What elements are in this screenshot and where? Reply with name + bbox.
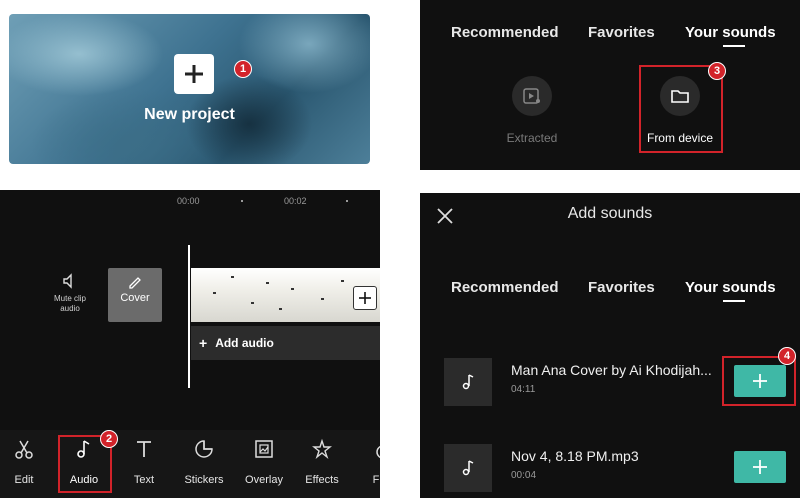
clip-thumbnail-detail [213, 292, 216, 294]
extracted-label: Extracted [506, 131, 558, 145]
filters-icon [376, 445, 380, 459]
clip-thumbnail-detail [279, 308, 282, 310]
toolbar-edit-label: Edit [14, 474, 34, 486]
sound-name: Nov 4, 8.18 PM.mp3 [511, 448, 639, 464]
timeline-dot [241, 200, 243, 202]
clip-thumbnail-detail [251, 302, 254, 304]
cover-button[interactable]: Cover [108, 268, 162, 322]
toolbar-stickers-label: Stickers [184, 474, 224, 486]
toolbar-filters-label: Filt [372, 474, 380, 486]
clip-thumbnail-detail [341, 280, 344, 282]
toolbar-filters[interactable]: Filt [350, 430, 380, 498]
overlay-icon [255, 440, 273, 458]
plus-icon: + [199, 335, 208, 351]
add-sounds-panel: Add sounds Recommended Favorites Your so… [420, 193, 800, 498]
music-note-icon [462, 374, 474, 390]
audio-source-panel: Recommended Favorites Your sounds Extrac… [420, 0, 800, 170]
sound-duration: 00:04 [511, 470, 537, 481]
highlight-from-device [639, 65, 723, 153]
tab-favorites[interactable]: Favorites [588, 279, 655, 296]
clip-thumbnail-detail [291, 288, 294, 290]
step-badge-2: 2 [100, 430, 118, 448]
add-clip-button[interactable] [353, 286, 377, 310]
sound-thumbnail [444, 358, 492, 406]
toolbar-stickers[interactable]: Stickers [174, 430, 234, 498]
tab-favorites[interactable]: Favorites [588, 24, 655, 41]
toolbar-text-label: Text [133, 474, 155, 486]
clip-thumbnail-detail [231, 276, 234, 278]
cover-label: Cover [120, 292, 150, 304]
timeline-dot [346, 200, 348, 202]
step-badge-1: 1 [234, 60, 252, 78]
effects-icon [312, 438, 332, 460]
pencil-icon [129, 277, 141, 289]
tab-your-sounds[interactable]: Your sounds [685, 24, 776, 41]
mute-clip-audio-label: Mute clip audio [53, 294, 86, 313]
tab-your-sounds[interactable]: Your sounds [685, 279, 776, 296]
add-sounds-title: Add sounds [567, 205, 653, 222]
clip-thumbnail-detail [266, 282, 269, 284]
new-project-card[interactable]: New project 1 [9, 14, 370, 164]
toolbar-overlay[interactable]: Overlay [234, 430, 294, 498]
plus-icon [753, 460, 767, 474]
sound-duration: 04:11 [511, 384, 536, 395]
sound-name: Man Ana Cover by Ai Khodijah... [511, 362, 712, 378]
add-audio-label: Add audio [215, 336, 274, 350]
sticker-icon [195, 440, 213, 458]
toolbar-effects[interactable]: Effects [292, 430, 352, 498]
toolbar-effects-label: Effects [305, 474, 339, 486]
tab-recommended[interactable]: Recommended [451, 279, 559, 296]
toolbar-edit[interactable]: Edit [0, 430, 54, 498]
bottom-toolbar: Edit Audio Text Stickers Overlay Effects… [0, 430, 380, 498]
sound-list-item[interactable]: Nov 4, 8.18 PM.mp3 00:04 [420, 444, 800, 498]
active-tab-indicator [723, 300, 745, 302]
video-clip[interactable] [191, 268, 380, 322]
add-sound-button[interactable] [734, 451, 786, 483]
scissors-icon [15, 440, 33, 459]
new-project-plus-button[interactable] [174, 54, 214, 94]
clip-thumbnail-detail [321, 298, 324, 300]
plus-icon [359, 292, 371, 304]
step-badge-3: 3 [708, 62, 726, 80]
text-icon [137, 441, 151, 457]
toolbar-overlay-label: Overlay [245, 474, 283, 486]
extracted-video-icon [523, 88, 540, 104]
active-tab-indicator [723, 45, 745, 47]
timeline-tick: 00:00 [177, 196, 200, 206]
new-project-label: New project [144, 106, 235, 123]
toolbar-text[interactable]: Text [114, 430, 174, 498]
extracted-button[interactable] [512, 76, 552, 116]
timeline-editor-panel: 00:00 00:02 Mute clip audio Cover + Add … [0, 190, 380, 498]
mute-clip-audio-button[interactable]: Mute clip audio [48, 272, 92, 314]
sound-thumbnail [444, 444, 492, 492]
step-badge-4: 4 [778, 347, 796, 365]
playhead[interactable] [188, 245, 190, 388]
timeline-tick: 00:02 [284, 196, 307, 206]
tab-recommended[interactable]: Recommended [451, 24, 559, 41]
music-note-icon [462, 460, 474, 476]
speaker-icon [63, 273, 72, 289]
plus-icon [185, 65, 203, 83]
add-audio-track[interactable]: + Add audio [191, 326, 380, 360]
